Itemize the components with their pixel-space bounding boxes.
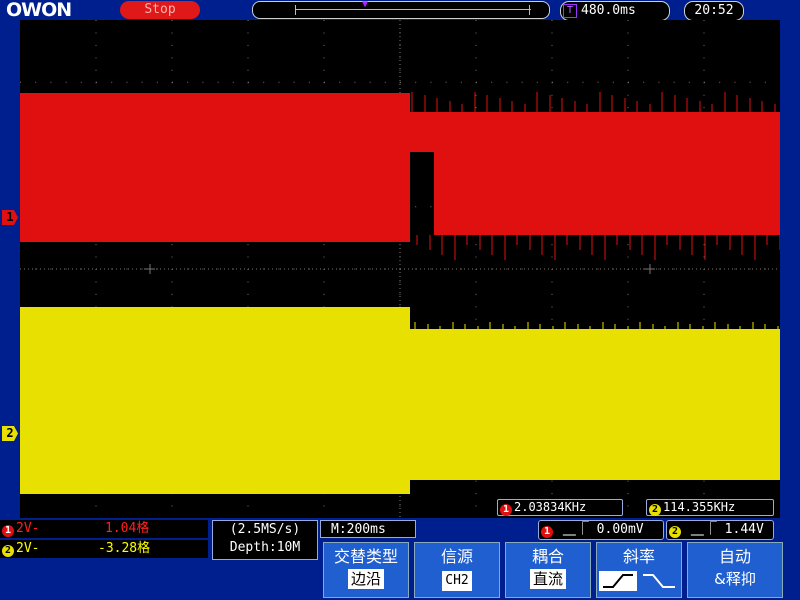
top-status-bar: OWON Stop ▼ T 480.0ms 20:52 — [0, 0, 800, 21]
menu-holdoff-label: &释抑 — [714, 570, 756, 588]
bottom-panel: 1 2V- 1.04格 2 2V- -3.28格 (2.5MS/s) Depth:1… — [0, 520, 800, 600]
ch1-trigger-level: 0.00mV — [596, 522, 644, 537]
menu-trigger-type-title: 交替类型 — [333, 547, 398, 566]
sample-rate: (2.5MS/s) — [229, 522, 301, 537]
memory-depth: Depth:10M — [229, 540, 301, 555]
ch2-offset: -3.28格 — [98, 541, 151, 556]
ch1-offset: 1.04格 — [105, 521, 150, 536]
brand-logo: OWON — [6, 0, 72, 21]
menu-source-title: 信源 — [440, 547, 473, 566]
ch1-trigger-badge: 1 — [541, 526, 553, 538]
main-timebase[interactable]: M:200ms — [320, 520, 416, 538]
ch2-info-badge: 2 — [2, 545, 14, 557]
menu-coupling-value: 直流 — [529, 569, 566, 589]
ch1-info[interactable]: 1 2V- 1.04格 — [0, 520, 208, 538]
menu-slope[interactable]: 斜率 — [596, 542, 682, 598]
ch1-trigger-info: 1 ⎽⎾ 0.00mV — [538, 520, 664, 540]
ch2-band-left — [20, 307, 410, 494]
ch1-position-marker[interactable]: 1 — [2, 210, 18, 225]
ch2-trigger-level: 1.44V — [724, 522, 764, 537]
ch2-badge: 2 — [649, 504, 661, 516]
menu-coupling-title: 耦合 — [531, 547, 564, 566]
ch2-position-marker[interactable]: 2 — [2, 426, 18, 441]
ch1-frequency-value: 2.03834KHz — [514, 500, 587, 514]
trigger-time-value: 480.0ms — [581, 3, 636, 18]
ch1-scale: 2V- — [16, 521, 40, 536]
menu-slope-title: 斜率 — [622, 547, 655, 566]
clock: 20:52 — [684, 1, 744, 21]
ch1-badge: 1 — [500, 504, 512, 516]
memory-track — [295, 9, 531, 10]
ch2-frequency-readout: 2 114.355KHz — [646, 499, 774, 516]
menu-source-value: CH2 — [442, 571, 472, 591]
ch2-scale: 2V- — [16, 541, 40, 556]
waveform-screen[interactable] — [20, 20, 781, 519]
menu-trigger-type-value: 边沿 — [347, 569, 384, 589]
ch2-band-right — [410, 329, 780, 480]
trigger-time-display: T 480.0ms — [560, 1, 670, 21]
waveform-canvas — [20, 20, 781, 519]
menu-coupling[interactable]: 耦合 直流 — [505, 542, 591, 598]
ch1-frequency-readout: 1 2.03834KHz — [497, 499, 623, 516]
menu-auto-holdoff[interactable]: 自动 &释抑 — [687, 542, 783, 598]
falling-slope-icon — [643, 574, 675, 588]
menu-source[interactable]: 信源 CH2 — [414, 542, 500, 598]
trigger-position-marker-icon: ▼ — [362, 0, 369, 10]
trigger-time-icon: T — [563, 4, 577, 18]
rising-edge-icon: ⎽⎾ — [690, 522, 717, 537]
ch2-waveform — [20, 307, 780, 494]
ch2-frequency-value: 114.355KHz — [663, 500, 736, 514]
ch1-band-left — [20, 93, 410, 242]
run-stop-status[interactable]: Stop — [120, 1, 200, 19]
rising-edge-icon: ⎽⎾ — [562, 522, 589, 537]
memory-position-bar[interactable]: ▼ — [252, 0, 550, 19]
ch1-band-right — [434, 112, 780, 235]
ch2-info[interactable]: 2 2V- -3.28格 — [0, 540, 208, 558]
ch2-trigger-badge: 2 — [669, 526, 681, 538]
sampling-info: (2.5MS/s) Depth:10M — [212, 520, 318, 560]
menu-auto-title: 自动 — [718, 547, 751, 566]
slope-selector — [599, 571, 675, 591]
track-tick — [295, 5, 296, 15]
ch1-waveform — [20, 92, 781, 260]
ch1-info-badge: 1 — [2, 525, 14, 537]
ch2-trigger-info: 2 ⎽⎾ 1.44V — [666, 520, 774, 540]
track-tick — [529, 5, 530, 15]
ch1-band-mid — [410, 112, 434, 152]
menu-trigger-type[interactable]: 交替类型 边沿 — [323, 542, 409, 598]
